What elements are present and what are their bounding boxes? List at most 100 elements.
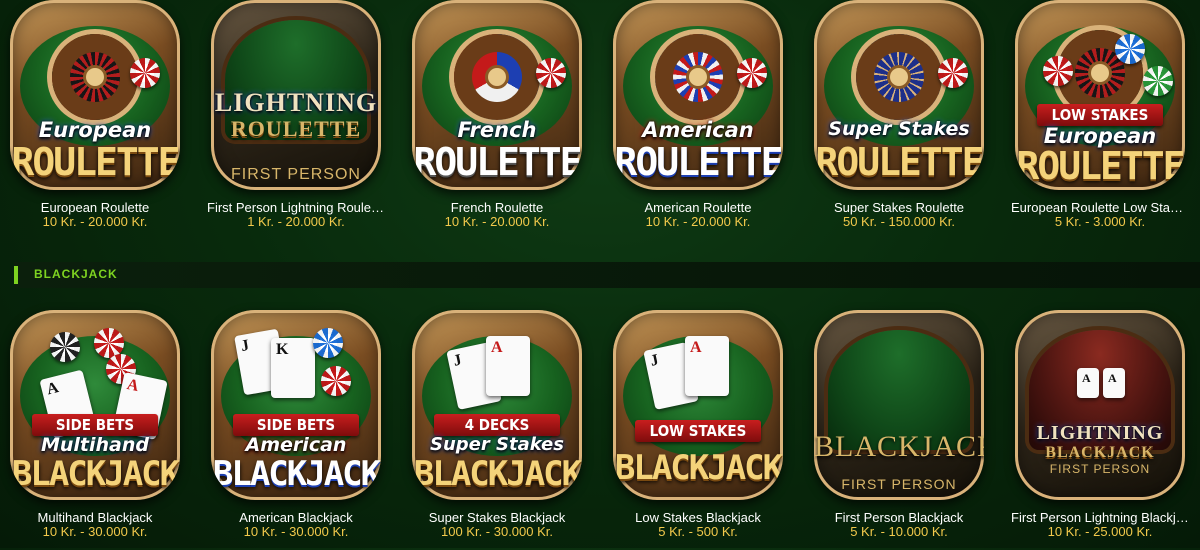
game-tile-first-person-lightning-roulette[interactable]: LIGHTNING ROULETTE FIRST PERSON First Pe… (207, 0, 385, 240)
game-name: French Roulette (450, 200, 544, 215)
badge-title: Super Stakes (828, 118, 970, 140)
badge-title: French (457, 118, 537, 142)
chip-icon (737, 58, 767, 88)
game-name: American Blackjack (239, 510, 353, 525)
game-thumbnail: BLACKJACK FIRST PERSON (814, 310, 984, 500)
blackjack-game-row: A A SIDE BETS Multihand BLACKJACK Multih… (0, 310, 1200, 540)
game-stakes: 5 Kr. - 3.000 Kr. (1054, 214, 1146, 229)
game-stakes: 50 Kr. - 150.000 Kr. (842, 214, 956, 229)
game-name: European Roulette Low Stakes (1011, 200, 1189, 215)
badge-title: Multihand (40, 434, 150, 456)
game-stakes: 10 Kr. - 20.000 Kr. (645, 214, 751, 229)
game-tile-american-blackjack[interactable]: J K SIDE BETS American BLACKJACK America… (207, 310, 385, 550)
game-thumbnail: J K SIDE BETS American BLACKJACK (211, 310, 381, 500)
game-thumbnail: J A LOW STAKES BLACKJACK (613, 310, 783, 500)
game-stakes: 5 Kr. - 10.000 Kr. (850, 524, 948, 539)
game-thumbnail: A A SIDE BETS Multihand BLACKJACK (10, 310, 180, 500)
chip-icon (1115, 34, 1145, 64)
game-stakes: 10 Kr. - 30.000 Kr. (42, 524, 148, 539)
badge-title: LIGHTNING (214, 88, 378, 117)
badge-main: ROULETTE (413, 140, 582, 184)
game-name: European Roulette (40, 200, 150, 215)
card-icon: A (486, 336, 530, 396)
game-tile-american-roulette[interactable]: American ROULETTE American Roulette 10 K… (609, 0, 787, 240)
game-name: Super Stakes Roulette (833, 200, 965, 215)
chip-icon (130, 58, 160, 88)
game-thumbnail: A A LIGHTNING BLACKJACK FIRST PERSON (1015, 310, 1185, 500)
game-stakes: 1 Kr. - 20.000 Kr. (247, 214, 345, 229)
game-stakes: 10 Kr. - 25.000 Kr. (1047, 524, 1153, 539)
game-tile-multihand-blackjack[interactable]: A A SIDE BETS Multihand BLACKJACK Multih… (6, 310, 184, 550)
game-thumbnail: European ROULETTE (10, 0, 180, 190)
game-thumbnail: LOW STAKES European ROULETTE (1015, 0, 1185, 190)
game-stakes: 10 Kr. - 20.000 Kr. (42, 214, 148, 229)
card-icon: A (1103, 368, 1125, 398)
badge-title: LIGHTNING (1036, 422, 1164, 444)
badge-main: ROULETTE (614, 140, 783, 184)
game-name: First Person Lightning Blackja... (1011, 510, 1189, 525)
game-tile-first-person-blackjack[interactable]: BLACKJACK FIRST PERSON First Person Blac… (810, 310, 988, 550)
game-thumbnail: Super Stakes ROULETTE (814, 0, 984, 190)
roulette-wheel-icon (454, 34, 540, 120)
roulette-wheel-icon (655, 34, 741, 120)
badge-ribbon: LOW STAKES (635, 420, 761, 442)
chip-icon (536, 58, 566, 88)
badge-title: American (642, 118, 754, 142)
chip-icon (1143, 66, 1173, 96)
game-name: American Roulette (644, 200, 752, 215)
game-tile-low-stakes-blackjack[interactable]: J A LOW STAKES BLACKJACK Low Stakes Blac… (609, 310, 787, 550)
badge-title: Super Stakes (430, 434, 564, 455)
badge-ribbon: LOW STAKES (1037, 104, 1163, 126)
game-tile-european-roulette-low-stakes[interactable]: LOW STAKES European ROULETTE European Ro… (1011, 0, 1189, 240)
badge-subtitle: FIRST PERSON (841, 476, 957, 492)
game-stakes: 10 Kr. - 20.000 Kr. (444, 214, 550, 229)
badge-main: ROULETTE (1016, 144, 1185, 188)
badge-ribbon: SIDE BETS (233, 414, 359, 436)
game-tile-super-stakes-blackjack[interactable]: J A 4 DECKS Super Stakes BLACKJACK Super… (408, 310, 586, 550)
game-name: First Person Blackjack (834, 510, 964, 525)
section-title: BLACKJACK (34, 267, 118, 281)
badge-main: BLACKJACK (614, 448, 783, 488)
badge-title: European (38, 118, 152, 142)
badge-main: BLACKJACK (1045, 444, 1155, 461)
badge-ribbon: 4 DECKS (434, 414, 560, 436)
badge-main: BLACKJACK (413, 454, 582, 494)
roulette-game-row: European ROULETTE European Roulette 10 K… (0, 0, 1200, 230)
game-tile-super-stakes-roulette[interactable]: Super Stakes ROULETTE Super Stakes Roule… (810, 0, 988, 240)
chip-icon (50, 332, 80, 362)
chip-icon (321, 366, 351, 396)
game-tile-first-person-lightning-blackjack[interactable]: A A LIGHTNING BLACKJACK FIRST PERSON Fir… (1011, 310, 1189, 550)
badge-main: ROULETTE (815, 140, 984, 184)
game-stakes: 5 Kr. - 500 Kr. (658, 524, 738, 539)
game-tile-european-roulette[interactable]: European ROULETTE European Roulette 10 K… (6, 0, 184, 240)
section-accent (14, 266, 18, 284)
section-header-blackjack: BLACKJACK (14, 262, 1200, 288)
roulette-wheel-icon (856, 34, 942, 120)
game-thumbnail: J A 4 DECKS Super Stakes BLACKJACK (412, 310, 582, 500)
game-stakes: 10 Kr. - 30.000 Kr. (243, 524, 349, 539)
chip-icon (938, 58, 968, 88)
badge-title: American (245, 434, 347, 456)
chip-icon (1043, 56, 1073, 86)
card-icon: A (1077, 368, 1099, 398)
card-icon: A (685, 336, 729, 396)
roulette-wheel-icon (52, 34, 138, 120)
badge-subtitle: FIRST PERSON (231, 166, 361, 183)
game-tile-french-roulette[interactable]: French ROULETTE French Roulette 10 Kr. -… (408, 0, 586, 240)
badge-main: ROULETTE (11, 140, 180, 184)
card-icon: K (271, 338, 315, 398)
game-name: Multihand Blackjack (37, 510, 153, 525)
game-thumbnail: LIGHTNING ROULETTE FIRST PERSON (211, 0, 381, 190)
badge-subtitle: FIRST PERSON (1049, 462, 1151, 476)
chip-icon (313, 328, 343, 358)
game-name: Low Stakes Blackjack (635, 510, 761, 525)
game-stakes: 100 Kr. - 30.000 Kr. (440, 524, 554, 539)
badge-ribbon: SIDE BETS (32, 414, 158, 436)
badge-main: BLACKJACK (11, 454, 180, 494)
game-name: First Person Lightning Roulette (207, 200, 385, 215)
game-thumbnail: French ROULETTE (412, 0, 582, 190)
game-thumbnail: American ROULETTE (613, 0, 783, 190)
badge-main: BLACKJACK (814, 430, 984, 463)
badge-main: BLACKJACK (212, 454, 381, 494)
badge-main: ROULETTE (230, 116, 362, 141)
